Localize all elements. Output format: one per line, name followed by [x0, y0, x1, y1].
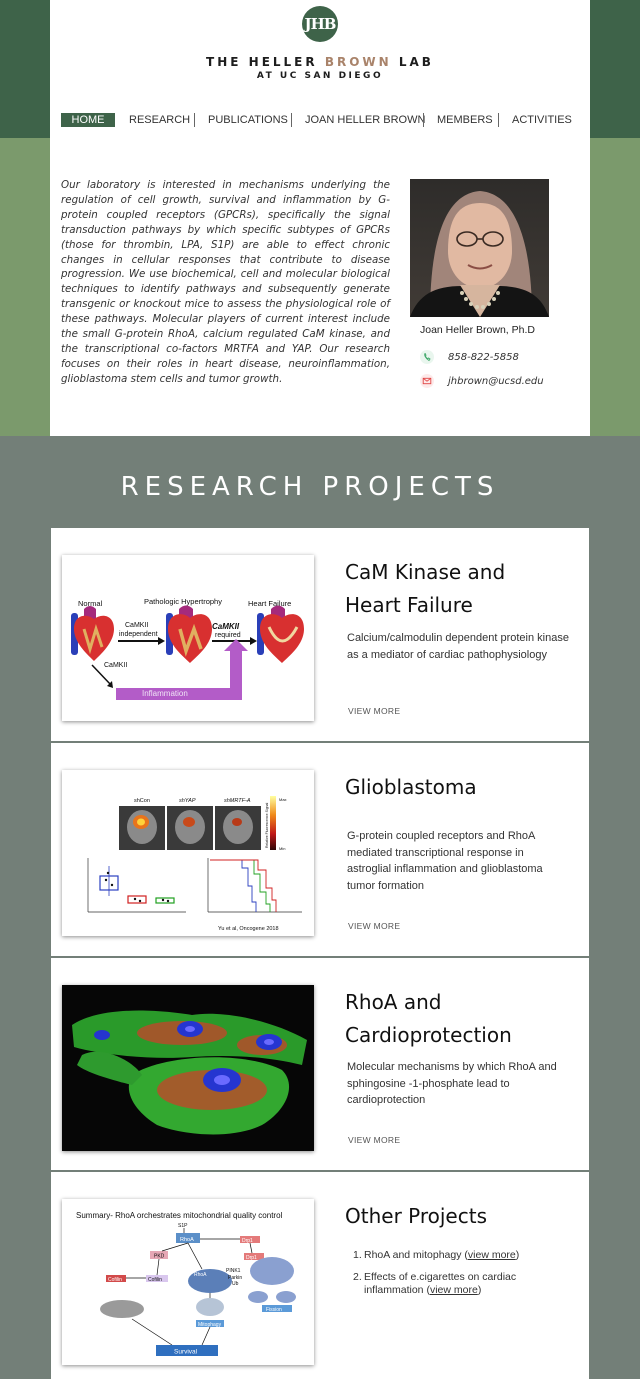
svg-text:Drp1: Drp1	[242, 1238, 253, 1244]
research-section-title: RESEARCH PROJECTS	[120, 472, 500, 502]
svg-text:RhoA: RhoA	[194, 1272, 207, 1278]
nav-joan-heller-brown[interactable]: JOAN HELLER BROWN	[305, 113, 425, 127]
project-desc-rhoa-cardioprotection: Molecular mechanisms by which RhoA and s…	[347, 1061, 557, 1106]
other-projects-list: 1. RhoA and mitophagy (view more) 2. Eff…	[353, 1249, 553, 1306]
project-title-rhoa-cardioprotection[interactable]: RhoA and Cardioprotection	[345, 986, 512, 1052]
project-title-other[interactable]: Other Projects	[345, 1200, 487, 1233]
nav-publications[interactable]: PUBLICATIONS	[208, 113, 288, 127]
svg-text:Cofilin: Cofilin	[108, 1277, 122, 1283]
svg-text:CaMKII: CaMKII	[212, 622, 240, 631]
lab-title: THE HELLER BROWN LAB	[206, 55, 434, 69]
fig-hypertrophy-label: Pathologic Hypertrophy	[144, 597, 222, 606]
fig-inflammation-label: Inflammation	[142, 689, 188, 698]
svg-text:CaMKII: CaMKII	[125, 622, 148, 629]
svg-text:CaMKII: CaMKII	[104, 662, 127, 669]
project-title-cam-kinase[interactable]: CaM Kinase and Heart Failure	[345, 556, 505, 622]
lab-subtitle: AT UC SAN DIEGO	[256, 71, 384, 81]
nav-divider	[194, 113, 195, 127]
svg-text:required: required	[215, 632, 241, 639]
view-more-glioblastoma[interactable]: VIEW MORE	[348, 921, 400, 931]
phone-icon	[420, 350, 434, 364]
svg-text:Ub: Ub	[232, 1281, 239, 1287]
other-project-item: 2. Effects of e.cigarettes on cardiac in…	[353, 1270, 517, 1297]
nav-activities[interactable]: ACTIVITIES	[512, 113, 572, 127]
glioblastoma-figure[interactable]: shCon shYAP shMRTF-A Max Min Relative Fl…	[62, 770, 314, 936]
cardioprotection-figure[interactable]	[62, 985, 314, 1151]
intro-paragraph: Our laboratory is interested in mechanis…	[61, 179, 390, 385]
svg-text:shYAP: shYAP	[179, 798, 196, 804]
svg-text:Fission: Fission	[266, 1307, 282, 1313]
view-more-link[interactable]: view more	[468, 1249, 516, 1261]
svg-text:PKD: PKD	[154, 1254, 165, 1260]
svg-text:shMRTF-A: shMRTF-A	[224, 798, 251, 804]
nav-divider	[498, 113, 499, 127]
svg-text:Survival: Survival	[174, 1349, 198, 1356]
view-more-cam-kinase[interactable]: VIEW MORE	[348, 706, 400, 716]
other-project-item: 1. RhoA and mitophagy (view more)	[353, 1249, 520, 1261]
svg-text:Summary- RhoA orchestrates mi: Summary- RhoA orchestrates mitochondrial…	[76, 1211, 283, 1220]
svg-text:Drp1: Drp1	[246, 1255, 257, 1261]
nav-divider	[423, 113, 424, 127]
nav-home[interactable]: HOME	[61, 113, 115, 127]
hypertrophy-heart	[166, 605, 212, 663]
cam-kinase-figure[interactable]: Normal Pathologic Hypertrophy Heart Fail…	[62, 555, 314, 721]
fig-failure-label: Heart Failure	[248, 599, 291, 608]
view-more-link[interactable]: view more	[430, 1284, 478, 1296]
nav-members[interactable]: MEMBERS	[437, 113, 493, 127]
svg-text:RhoA: RhoA	[180, 1237, 194, 1243]
profile-name: Joan Heller Brown, Ph.D	[420, 324, 535, 336]
failure-heart	[257, 605, 304, 663]
svg-text:Relative Fluorescence Signal: Relative Fluorescence Signal	[265, 802, 269, 848]
nav-research[interactable]: RESEARCH	[129, 113, 190, 127]
svg-text:Cofilin: Cofilin	[148, 1277, 162, 1283]
project-title-glioblastoma[interactable]: Glioblastoma	[345, 771, 477, 804]
normal-heart	[71, 606, 114, 661]
portrait-photo	[410, 179, 549, 317]
project-desc-cam-kinase: Calcium/calmodulin dependent protein kin…	[347, 632, 569, 661]
svg-text:independent: independent	[119, 631, 158, 638]
svg-text:Min: Min	[279, 846, 285, 851]
lab-logo[interactable]: JHB	[302, 6, 338, 42]
fig-citation: Yu et al, Oncogene 2018	[218, 926, 279, 932]
profile-phone[interactable]: 858-822-5858	[448, 352, 519, 363]
svg-text:S1P: S1P	[178, 1223, 188, 1229]
envelope-icon	[420, 374, 434, 388]
svg-text:Max: Max	[279, 797, 287, 802]
view-more-rhoa-cardioprotection[interactable]: VIEW MORE	[348, 1135, 400, 1145]
project-desc-glioblastoma: G-protein coupled receptors and RhoA med…	[347, 830, 543, 892]
svg-text:shCon: shCon	[134, 798, 150, 804]
profile-email[interactable]: jhbrown@ucsd.edu	[448, 376, 544, 387]
nav-divider	[291, 113, 292, 127]
mitochondria-figure[interactable]: Summary- RhoA orchestrates mitochondrial…	[62, 1199, 314, 1365]
svg-text:PINK1: PINK1	[226, 1268, 241, 1274]
